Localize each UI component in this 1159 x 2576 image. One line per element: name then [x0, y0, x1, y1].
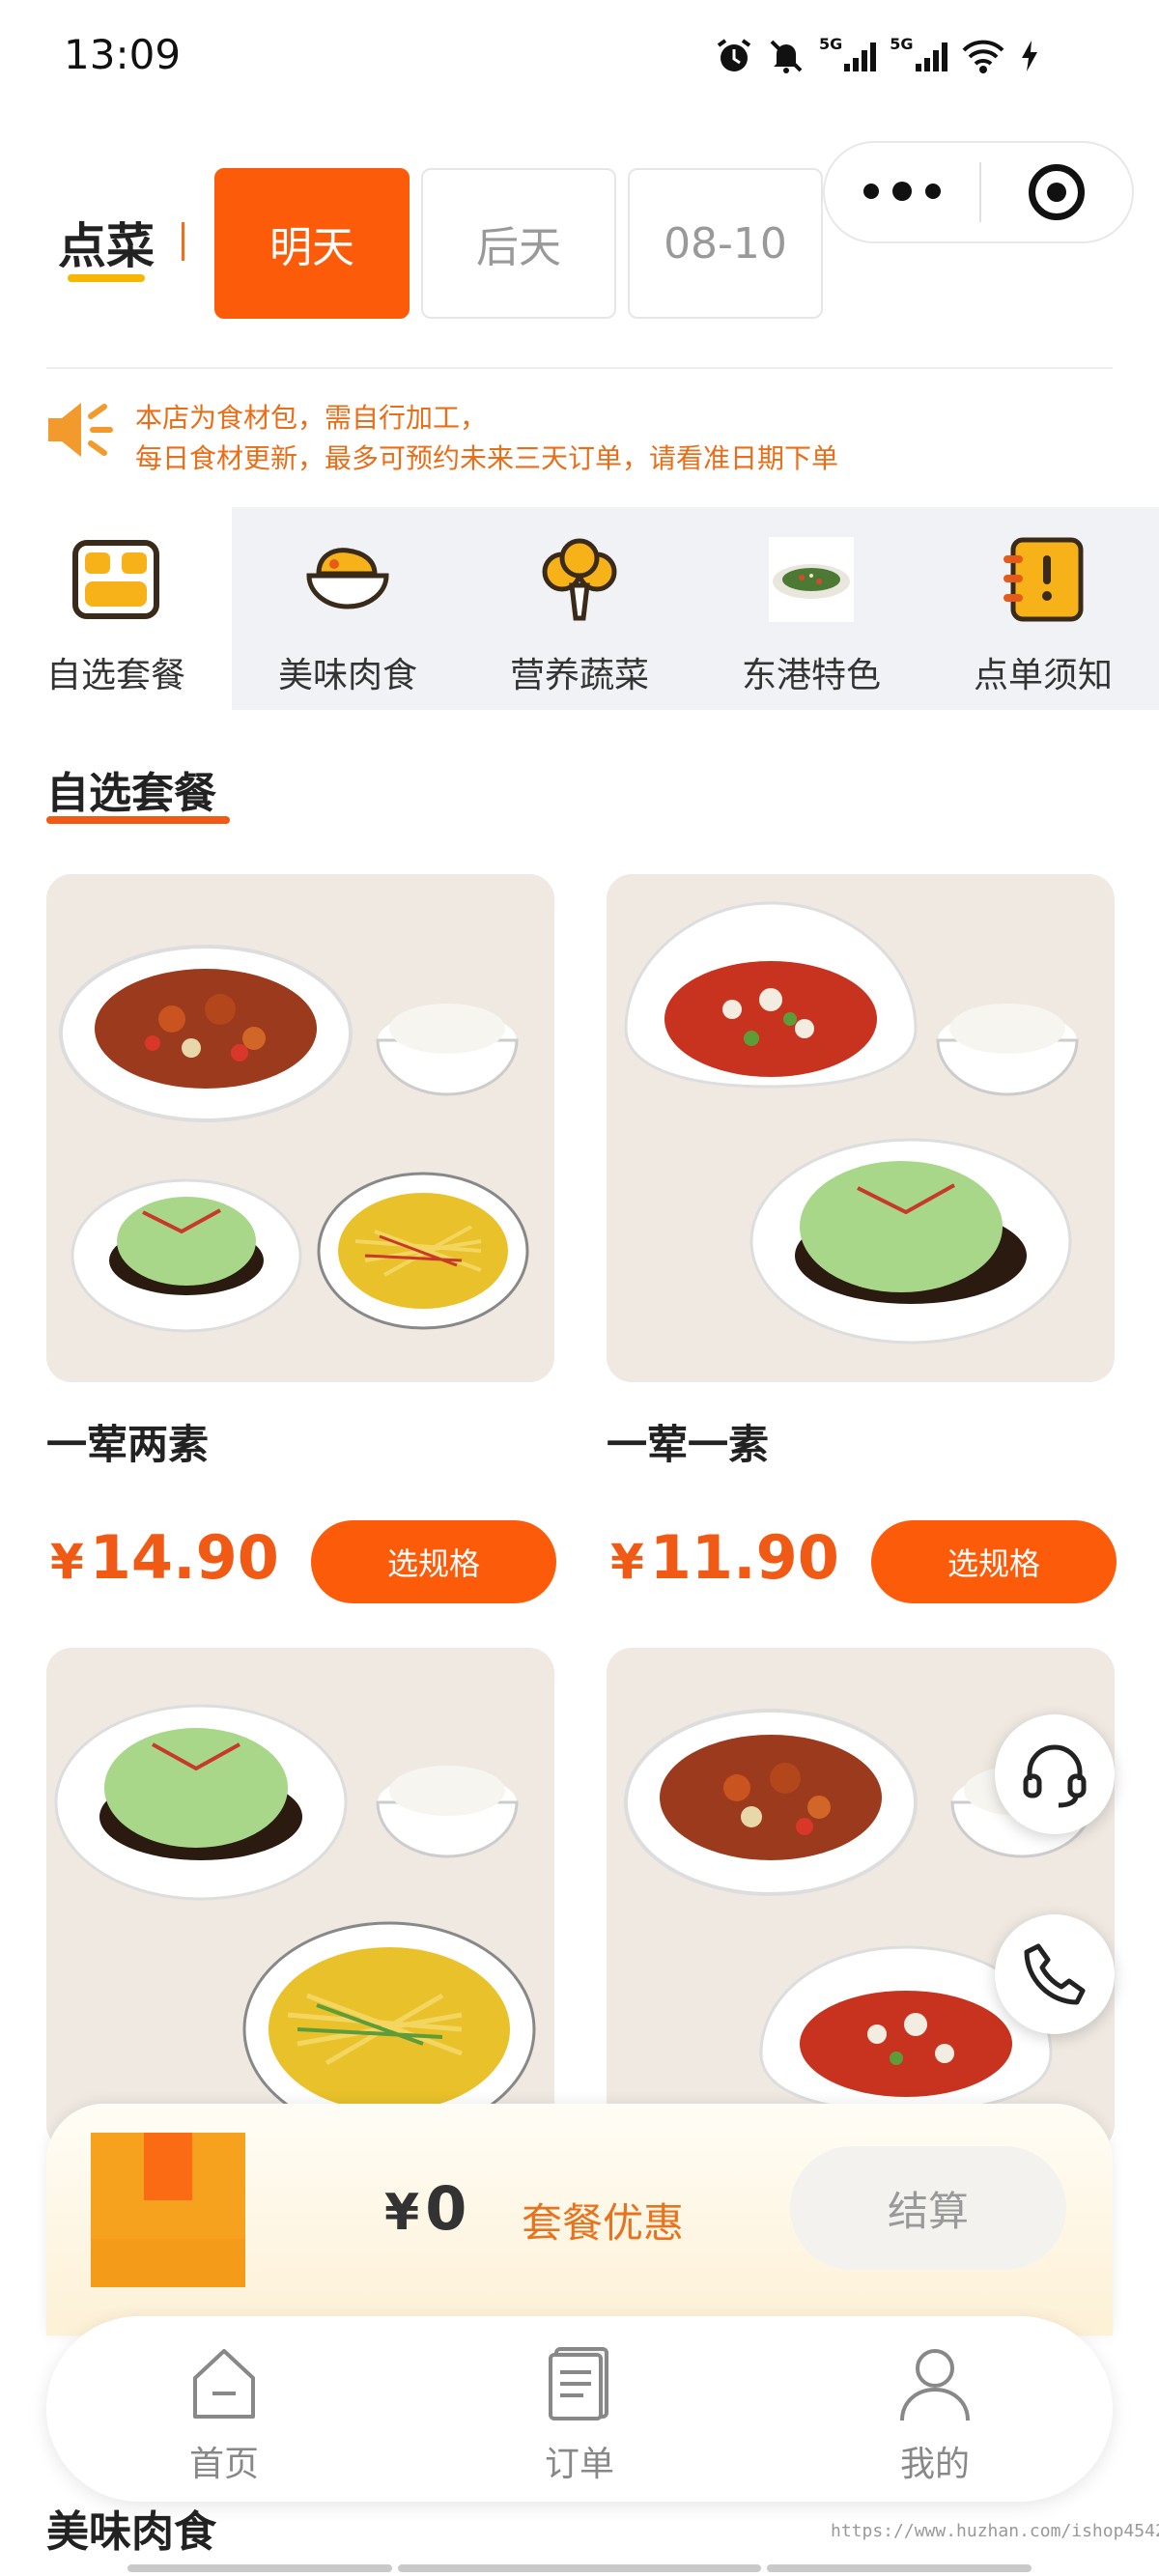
cart-total-value: 0	[425, 2173, 467, 2244]
alarm-icon	[715, 35, 753, 77]
headset-icon	[1023, 1744, 1087, 1808]
more-icon[interactable]	[825, 182, 979, 201]
order-list-icon	[549, 2347, 608, 2420]
combo-box-icon	[70, 533, 162, 626]
category-meat[interactable]: 美味肉食	[232, 522, 464, 705]
product-name: 一荤两素	[46, 1421, 210, 1468]
combo-discount-label: 套餐优惠	[522, 2199, 685, 2247]
next-section-title: 美味肉食	[46, 2507, 216, 2557]
category-label: 营养蔬菜	[509, 656, 649, 695]
scroll-indicator	[767, 2564, 1032, 2572]
nav-label: 订单	[544, 2445, 614, 2484]
shopping-box-icon[interactable]	[91, 2133, 245, 2287]
notice-book-icon	[997, 533, 1089, 626]
category-vegetable[interactable]: 营养蔬菜	[464, 522, 695, 705]
notice-line-2: 每日食材更新，最多可预约未来三天订单，请看准日期下单	[135, 442, 839, 474]
signal-5g-icon: 5G	[890, 35, 947, 77]
product-price: ¥14.90	[50, 1522, 279, 1593]
miniprogram-capsule	[823, 141, 1134, 243]
watermark: https://www.huzhan.com/ishop45428	[831, 2521, 1159, 2541]
home-icon	[193, 2349, 255, 2419]
signal-label: 5G	[819, 35, 843, 53]
mute-icon	[767, 35, 806, 77]
currency-symbol: ¥	[610, 1534, 644, 1590]
price-value: 11.90	[649, 1522, 839, 1593]
speaker-icon	[42, 391, 120, 468]
title-underline	[68, 274, 145, 282]
cart-total: ¥0	[384, 2173, 466, 2244]
status-icons: 5G 5G	[715, 35, 1040, 77]
nav-item-home[interactable]: 首页	[46, 2316, 402, 2502]
currency-symbol: ¥	[384, 2184, 420, 2242]
phone-icon	[1024, 1943, 1086, 2005]
category-label: 点单须知	[973, 656, 1113, 695]
select-spec-button[interactable]: 选规格	[871, 1520, 1117, 1603]
product-name: 一荤一素	[607, 1421, 770, 1468]
store-notice: 本店为食材包，需自行加工， 每日食材更新，最多可预约未来三天订单，请看准日期下单	[135, 398, 838, 479]
page-title[interactable]: 点菜	[58, 208, 155, 277]
day-tab-after-tomorrow[interactable]: 后天	[421, 168, 616, 319]
checkout-button[interactable]: 结算	[790, 2146, 1066, 2270]
product-image[interactable]	[46, 1648, 554, 2150]
category-combo[interactable]: 自选套餐	[0, 522, 232, 705]
customer-service-button[interactable]	[995, 1714, 1115, 1834]
category-label: 东港特色	[741, 656, 881, 695]
phone-call-button[interactable]	[995, 1914, 1115, 2034]
bottom-nav: 首页 订单 我的	[46, 2316, 1113, 2502]
header-divider	[46, 367, 1113, 369]
category-label: 自选套餐	[45, 656, 185, 695]
product-image[interactable]	[46, 874, 554, 1382]
signal-5g-icon: 5G	[819, 35, 877, 77]
meat-dish-icon	[301, 533, 394, 626]
day-tab-date[interactable]: 08-10	[628, 168, 823, 319]
scroll-indicator	[127, 2564, 392, 2572]
category-order-notice[interactable]: 点单须知	[927, 522, 1159, 705]
status-time: 13:09	[64, 31, 182, 78]
nav-label: 我的	[899, 2445, 970, 2484]
category-label: 美味肉食	[277, 656, 417, 695]
product-image[interactable]	[607, 874, 1115, 1382]
local-dish-icon	[765, 533, 858, 626]
section-title-underline	[46, 816, 230, 824]
close-target-icon[interactable]	[981, 164, 1132, 220]
day-tab-tomorrow[interactable]: 明天	[214, 168, 410, 319]
charging-icon	[1019, 35, 1040, 77]
profile-icon	[900, 2349, 970, 2421]
scroll-indicator	[398, 2564, 761, 2572]
title-separator	[182, 222, 184, 261]
price-value: 14.90	[89, 1522, 279, 1593]
nav-label: 首页	[188, 2445, 259, 2484]
broccoli-icon	[533, 533, 626, 626]
currency-symbol: ¥	[50, 1534, 84, 1590]
nav-item-profile[interactable]: 我的	[757, 2316, 1113, 2502]
category-local-specialty[interactable]: 东港特色	[695, 522, 927, 705]
notice-line-1: 本店为食材包，需自行加工，	[135, 402, 488, 434]
signal-label: 5G	[890, 35, 914, 53]
nav-item-orders[interactable]: 订单	[402, 2316, 757, 2502]
select-spec-button[interactable]: 选规格	[311, 1520, 556, 1603]
wifi-icon	[961, 35, 1005, 77]
section-title: 自选套餐	[46, 769, 216, 818]
product-price: ¥11.90	[610, 1522, 839, 1593]
